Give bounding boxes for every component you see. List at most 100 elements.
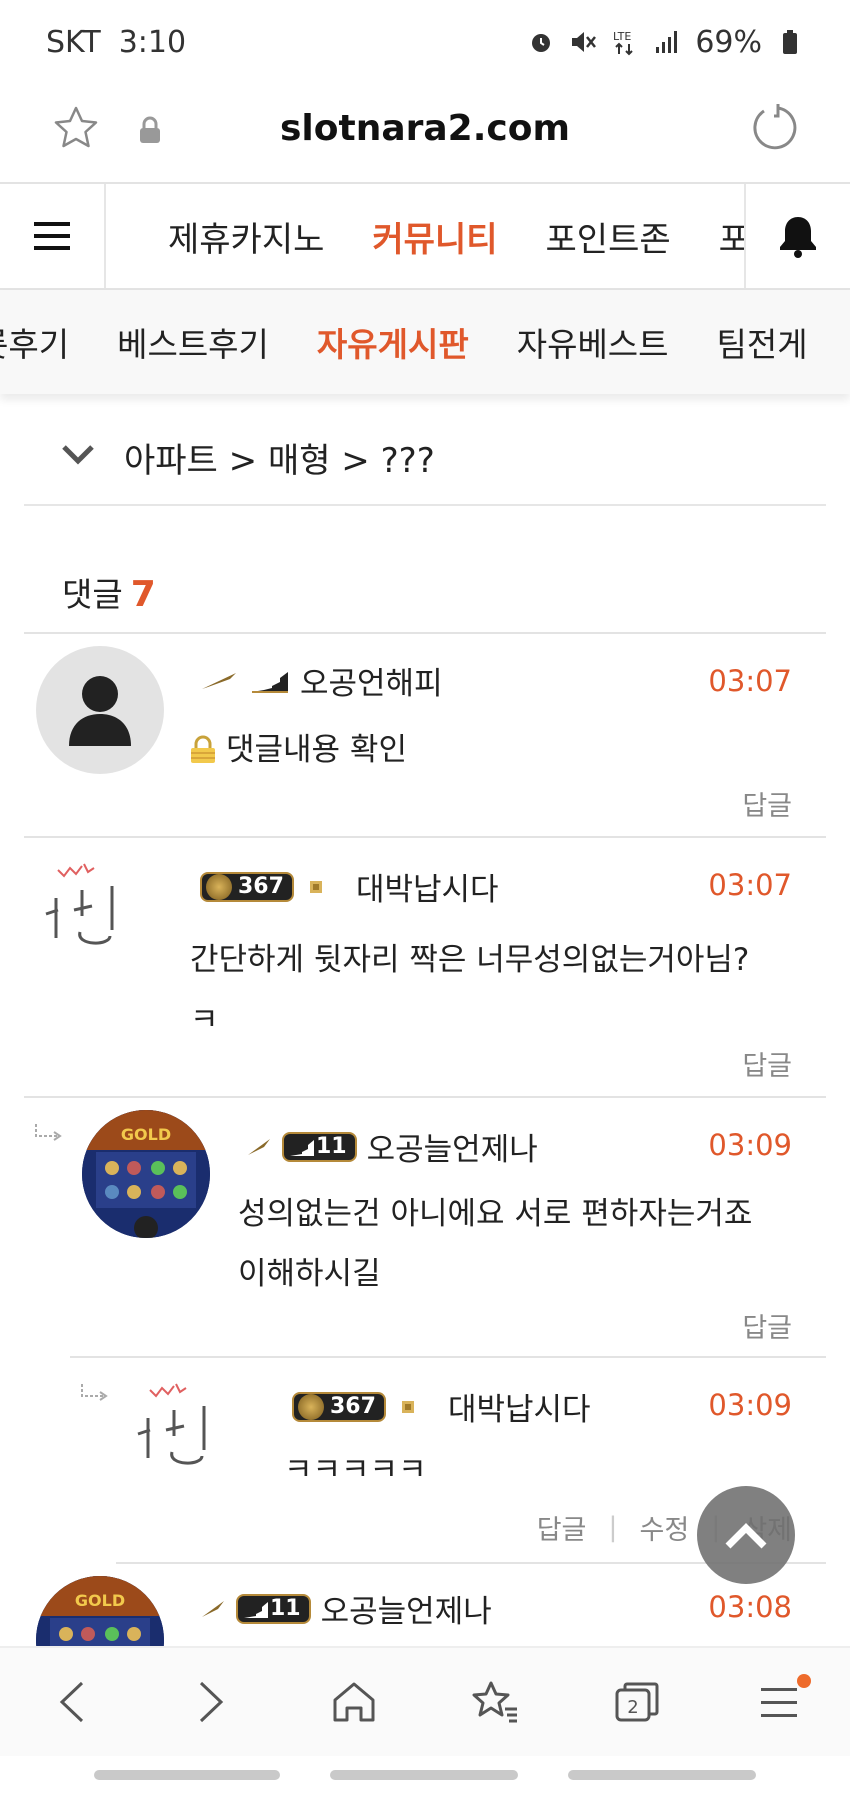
nav-item-community[interactable]: 커뮤니티 bbox=[372, 212, 497, 261]
comment-text[interactable]: ㅋㅋㅋㅋㅋ bbox=[284, 1440, 427, 1480]
comment-content: ㅋㅋㅋㅋㅋ bbox=[284, 1440, 427, 1480]
reply-button[interactable]: 답글 bbox=[742, 1044, 792, 1083]
sub-nav-item-reviews[interactable]: 롯후기 bbox=[0, 318, 69, 366]
svg-text:GOLD: GOLD bbox=[121, 1125, 171, 1144]
tabs-button[interactable]: 2 bbox=[597, 1662, 677, 1742]
comment-content: 댓글내용 확인 bbox=[188, 720, 407, 780]
alarm-icon bbox=[527, 28, 555, 56]
gesture-bar bbox=[330, 1770, 518, 1780]
level-coin-icon bbox=[206, 873, 232, 900]
svg-text:GOLD: GOLD bbox=[75, 1591, 125, 1610]
level-badge: 11 bbox=[236, 1593, 311, 1624]
comment-text-line2[interactable]: 이해하시길 bbox=[238, 1244, 752, 1304]
comments-count: 7 bbox=[130, 574, 156, 615]
avatar: GOLD bbox=[36, 1576, 164, 1646]
comment-time: 03:09 bbox=[708, 1388, 792, 1422]
breadcrumb-text: 아파트 > 매형 > ??? bbox=[124, 440, 435, 481]
comment-author[interactable]: 대박납시다 bbox=[448, 1384, 591, 1429]
battery-icon bbox=[776, 28, 804, 56]
forward-button[interactable] bbox=[172, 1662, 252, 1742]
level-badge: 11 bbox=[282, 1131, 357, 1162]
breadcrumb[interactable]: 아파트 > 매형 > ??? bbox=[24, 410, 826, 506]
sub-nav-item-free-board[interactable]: 자유게시판 bbox=[317, 318, 469, 366]
nav-item-partner-casino[interactable]: 제휴카지노 bbox=[168, 212, 324, 261]
comment-author[interactable]: 오공늘언제나 bbox=[367, 1124, 538, 1169]
battery-percent: 69% bbox=[695, 24, 762, 60]
avatar bbox=[36, 850, 164, 978]
comments-label: 댓글 bbox=[62, 575, 123, 614]
comment-author[interactable]: 오공늘언제나 bbox=[321, 1586, 492, 1631]
svg-text:2: 2 bbox=[628, 1697, 639, 1718]
comment-text[interactable]: 댓글내용 확인 bbox=[226, 720, 407, 780]
sub-nav-item-free-best[interactable]: 자유베스트 bbox=[517, 318, 669, 366]
comment-meta: 오공언해피 bbox=[200, 658, 443, 703]
comment-text[interactable]: 간단하게 뒷자리 짝은 너무성의없는거아님? bbox=[190, 930, 749, 990]
clock: 3:10 bbox=[118, 24, 187, 60]
browser-bottom-bar: 2 bbox=[0, 1646, 850, 1756]
rank-feather-icon bbox=[202, 672, 236, 689]
scroll-to-top-button[interactable] bbox=[697, 1486, 795, 1584]
browser-url-bar: slotnara2.com bbox=[0, 84, 850, 180]
comment-item-reply: GOLD 11 오공늘언제나 03:09 성의없는건 아니에요 서로 편하자는거… bbox=[70, 1098, 826, 1358]
notification-button[interactable] bbox=[744, 184, 850, 288]
rank-stair-icon bbox=[244, 1601, 268, 1618]
comment-time: 03:07 bbox=[708, 664, 792, 698]
nav-item-point-zone[interactable]: 포인트존 bbox=[546, 212, 671, 261]
level-number: 11 bbox=[270, 1596, 301, 1621]
gesture-bar bbox=[94, 1770, 280, 1780]
bell-icon bbox=[780, 217, 816, 258]
rank-feather-icon bbox=[248, 1138, 270, 1155]
gesture-bar bbox=[568, 1770, 756, 1780]
rank-box-icon bbox=[309, 880, 322, 893]
notification-dot bbox=[797, 1674, 812, 1688]
chevron-right-icon bbox=[200, 1681, 224, 1723]
comment-content: 간단하게 뒷자리 짝은 너무성의없는거아님? ㅋ bbox=[190, 930, 749, 1050]
comment-item: 오공언해피 03:07 댓글내용 확인 답글 bbox=[24, 634, 826, 838]
home-button[interactable] bbox=[314, 1662, 394, 1742]
comment-content: 성의없는건 아니에요 서로 편하자는거죠 이해하시길 bbox=[238, 1184, 752, 1304]
level-badge: 367 bbox=[292, 1391, 386, 1422]
avatar: GOLD bbox=[82, 1110, 210, 1238]
separator: | bbox=[608, 1512, 618, 1543]
comments-header: 댓글 7 bbox=[62, 568, 156, 616]
chevron-down-icon[interactable] bbox=[60, 443, 96, 471]
nav-item-partial[interactable]: 포 bbox=[719, 212, 744, 261]
rank-stair-icon bbox=[252, 671, 288, 693]
slot-game-avatar-image: GOLD bbox=[36, 1576, 164, 1646]
rank-stair-icon bbox=[290, 1139, 314, 1156]
browser-menu-button[interactable] bbox=[739, 1662, 819, 1742]
sub-nav: 롯후기 베스트후기 자유게시판 자유베스트 팀전게 bbox=[0, 290, 850, 394]
reply-button[interactable]: 답글 bbox=[742, 1306, 792, 1345]
slot-game-avatar-image: GOLD bbox=[82, 1110, 210, 1238]
edit-button[interactable]: 수정 bbox=[640, 1508, 690, 1547]
reply-button[interactable]: 답글 bbox=[742, 784, 792, 823]
sub-nav-item-team[interactable]: 팀전게 bbox=[717, 318, 808, 366]
lock-icon bbox=[191, 735, 215, 763]
comment-meta: 367 대박납시다 bbox=[292, 1384, 591, 1429]
level-badge: 367 bbox=[200, 871, 294, 902]
hamburger-icon bbox=[761, 1688, 798, 1717]
doodle-avatar-image bbox=[45, 863, 114, 945]
comment-text-line2[interactable]: ㅋ bbox=[190, 990, 749, 1050]
status-bar: SKT 3:10 LTE 69% bbox=[0, 0, 850, 84]
comment-time: 03:07 bbox=[708, 868, 792, 902]
comment-text[interactable]: 성의없는건 아니에요 서로 편하자는거죠 bbox=[238, 1184, 752, 1244]
bookmarks-button[interactable] bbox=[456, 1662, 536, 1742]
hamburger-menu-button[interactable] bbox=[0, 184, 106, 288]
url-text[interactable]: slotnara2.com bbox=[0, 108, 850, 149]
comment-time: 03:08 bbox=[708, 1590, 792, 1624]
hamburger-icon bbox=[34, 222, 70, 250]
back-button[interactable] bbox=[31, 1662, 111, 1742]
reply-button[interactable]: 답글 bbox=[537, 1508, 587, 1547]
sub-nav-item-best-reviews[interactable]: 베스트후기 bbox=[117, 318, 269, 366]
level-number: 367 bbox=[238, 874, 284, 899]
comment-meta: 11 오공늘언제나 bbox=[200, 1586, 492, 1631]
comment-author[interactable]: 오공언해피 bbox=[300, 658, 443, 703]
doodle-avatar-image bbox=[137, 1383, 206, 1465]
avatar bbox=[36, 646, 164, 774]
reload-icon[interactable] bbox=[748, 102, 798, 156]
comment-meta: 11 오공늘언제나 bbox=[246, 1124, 538, 1169]
main-nav-items: 제휴카지노 커뮤니티 포인트존 포 bbox=[106, 184, 744, 288]
comment-author[interactable]: 대박납시다 bbox=[356, 864, 499, 909]
level-number: 11 bbox=[316, 1134, 347, 1159]
